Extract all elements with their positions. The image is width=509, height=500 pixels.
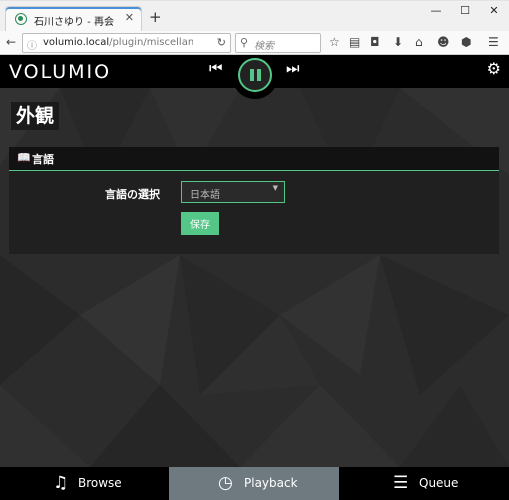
- list-icon: ☰: [393, 473, 409, 493]
- next-track-icon[interactable]: ⏭: [286, 60, 300, 76]
- bottom-nav: ♫ Browse ◷ Playback ☰ Queue: [0, 467, 509, 500]
- nav-browse[interactable]: ♫ Browse: [0, 467, 169, 500]
- browser-nav-bar: ← ⓘ volumio.local/plugin/miscellanea-app…: [0, 31, 509, 55]
- triangle-background: [0, 55, 509, 467]
- pocket-icon[interactable]: ◘: [370, 35, 380, 49]
- volumio-logo: VOLUMIO: [9, 61, 112, 83]
- extension-icon[interactable]: ⬢: [461, 35, 471, 49]
- gear-icon[interactable]: ⚙: [487, 61, 501, 77]
- close-window-button[interactable]: ✕: [480, 4, 508, 17]
- clock-icon: ◷: [218, 473, 233, 493]
- chat-icon[interactable]: ☻: [437, 35, 450, 49]
- minimize-button[interactable]: —: [422, 4, 450, 17]
- panel-header: 📖 言語: [9, 147, 499, 171]
- site-info-icon[interactable]: ⓘ: [27, 37, 37, 52]
- nav-playback-label: Playback: [244, 476, 298, 490]
- language-select-label: 言語の選択: [105, 188, 160, 201]
- browser-tab[interactable]: 石川さゆり - 再会 ✕: [5, 6, 142, 32]
- search-bar[interactable]: ⚲ 検索: [235, 33, 321, 53]
- language-select[interactable]: 日本語 ▼: [181, 181, 285, 203]
- download-icon[interactable]: ⬇: [393, 35, 403, 49]
- back-arrow-icon[interactable]: ←: [6, 35, 16, 49]
- chevron-down-icon: ▼: [272, 184, 278, 192]
- tab-close-icon[interactable]: ✕: [125, 11, 134, 24]
- reload-icon[interactable]: ↻: [217, 36, 226, 49]
- language-select-value: 日本語: [190, 190, 220, 201]
- browser-tab-bar: 石川さゆり - 再会 ✕ + — ☐ ✕: [0, 0, 509, 32]
- volumio-top-bar: VOLUMIO ⏮ ⏭ ⚙: [0, 55, 509, 99]
- play-pause-button[interactable]: [232, 55, 278, 99]
- nav-playback[interactable]: ◷ Playback: [169, 467, 339, 500]
- home-icon[interactable]: ⌂: [415, 35, 423, 49]
- music-note-icon: ♫: [53, 473, 69, 493]
- maximize-button[interactable]: ☐: [451, 4, 479, 17]
- language-panel: 📖 言語 言語の選択 日本語 ▼ 保存: [9, 147, 499, 254]
- url-text[interactable]: volumio.local/plugin/miscellanea-appe: [43, 37, 193, 48]
- new-tab-button[interactable]: +: [149, 10, 162, 25]
- nav-browse-label: Browse: [78, 476, 122, 490]
- search-icon: ⚲: [240, 36, 249, 49]
- tab-title: 石川さゆり - 再会: [34, 17, 114, 28]
- book-icon: 📖: [17, 151, 31, 164]
- menu-icon[interactable]: ☰: [488, 35, 499, 49]
- volumio-app: VOLUMIO ⏮ ⏭ ⚙ 外観 📖 言語 言語の選択 日本語 ▼ 保存 ♫ B…: [0, 55, 509, 500]
- url-bar[interactable]: ⓘ volumio.local/plugin/miscellanea-appe …: [22, 33, 231, 53]
- nav-queue-label: Queue: [419, 476, 459, 490]
- save-button[interactable]: 保存: [181, 212, 219, 235]
- panel-title: 言語: [32, 153, 54, 166]
- volumio-favicon-icon: [15, 13, 27, 25]
- search-placeholder: 検索: [254, 41, 274, 52]
- nav-queue[interactable]: ☰ Queue: [339, 467, 509, 500]
- previous-track-icon[interactable]: ⏮: [209, 60, 223, 76]
- page-title: 外観: [11, 102, 60, 130]
- bookmark-star-icon[interactable]: ☆: [329, 35, 340, 49]
- reading-list-icon[interactable]: ▤: [349, 35, 360, 49]
- pause-icon: [238, 58, 272, 92]
